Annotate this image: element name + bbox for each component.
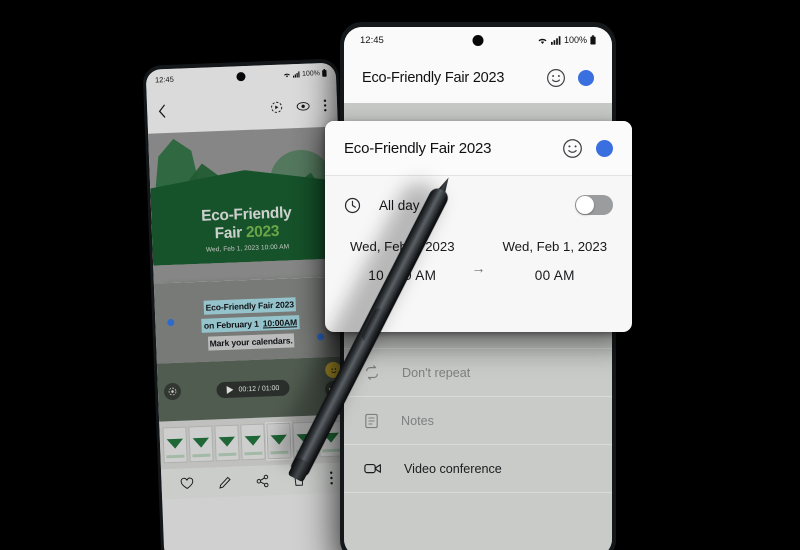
selected-text-line-2a[interactable]: on February 1: [201, 316, 262, 334]
card-end-date[interactable]: Wed, Feb 1, 2023: [496, 238, 615, 256]
smiley-icon[interactable]: [562, 138, 583, 159]
card-title-row: Eco-Friendly Fair 2023: [325, 121, 632, 176]
video-timestamp: 00:12 / 01:00: [238, 384, 280, 393]
trash-icon[interactable]: [293, 473, 304, 486]
color-dot-blue[interactable]: [578, 70, 594, 86]
share-icon[interactable]: [256, 474, 268, 487]
selected-text-time-link[interactable]: 10:00AM: [260, 315, 300, 331]
event-row-video-label: Video conference: [404, 461, 502, 476]
back-toolbar-right-icons: [270, 98, 327, 113]
front-camera-punchhole: [236, 72, 246, 82]
play-icon[interactable]: [226, 385, 234, 394]
screenshot-stage: 12:45 100% Eco-Friendly Fair 2023 Wed, F…: [0, 0, 800, 550]
capture-icon[interactable]: [163, 382, 182, 401]
notes-icon: [364, 413, 379, 429]
event-row-video-conference[interactable]: Video conference: [344, 445, 612, 493]
filmstrip-thumbnail[interactable]: [214, 424, 240, 462]
front-camera-punchhole: [472, 35, 484, 46]
battery-icon: [322, 69, 327, 77]
video-progress-pill[interactable]: 00:12 / 01:00: [216, 379, 290, 399]
poster-title-fair: Fair: [214, 223, 247, 242]
card-start-time[interactable]: 10 : 00 AM: [343, 268, 462, 283]
back-status-time: 12:45: [154, 74, 174, 84]
front-status-battery-text: 100%: [563, 35, 587, 45]
back-phone-filmstrip[interactable]: [159, 414, 351, 470]
date-range-arrow-icon: →: [471, 260, 486, 276]
selection-handle-start[interactable]: [167, 318, 175, 327]
back-phone-poster-image: Eco-Friendly Fair 2023 Wed, Feb 1, 2023 …: [148, 126, 344, 284]
event-row-repeat[interactable]: Don't repeat: [344, 349, 612, 397]
more-icon[interactable]: [323, 98, 327, 111]
back-phone-video-player[interactable]: 00:12 / 01:00: [156, 356, 349, 422]
signal-icon: [293, 70, 300, 78]
filmstrip-thumbnail-selected[interactable]: [265, 421, 293, 461]
filmstrip-thumbnail[interactable]: [188, 425, 214, 463]
front-phone-event-title-row: Eco-Friendly Fair 2023: [344, 53, 612, 103]
event-edit-floating-card: Eco-Friendly Fair 2023 All day Wed, Feb …: [325, 121, 632, 332]
filmstrip-thumbnail[interactable]: [292, 421, 318, 459]
color-dot-blue[interactable]: [596, 139, 613, 157]
video-camera-icon: [364, 462, 382, 475]
card-date-range: Wed, Feb 1, 2023 10 : 00 AM → Wed, Feb 1…: [325, 234, 632, 283]
event-row-notes-label: Notes: [401, 413, 434, 428]
back-status-battery-text: 100%: [301, 69, 321, 78]
card-start-date[interactable]: Wed, Feb 1, 2023: [343, 238, 462, 256]
back-arrow-icon[interactable]: [157, 104, 168, 118]
card-all-day-label: All day: [379, 197, 420, 213]
event-row-repeat-label: Don't repeat: [402, 365, 471, 380]
filmstrip-thumbnail[interactable]: [240, 423, 266, 461]
heart-icon[interactable]: [180, 477, 193, 490]
poster-text-block: Eco-Friendly Fair 2023 Wed, Feb 1, 2023 …: [151, 204, 343, 256]
eye-icon[interactable]: [296, 100, 310, 112]
back-phone-toolbar: [146, 82, 338, 134]
battery-icon: [590, 35, 596, 45]
front-status-indicators: 100%: [537, 35, 596, 45]
filmstrip-thumbnail[interactable]: [162, 426, 188, 464]
back-phone-selected-text-area: Eco-Friendly Fair 2023 on February 1 10:…: [153, 276, 347, 364]
back-status-indicators: 100%: [283, 69, 327, 79]
clock-icon: [344, 197, 361, 214]
card-end-datetime[interactable]: Wed, Feb 1, 2023 00 AM: [496, 238, 615, 283]
wifi-icon: [283, 71, 291, 78]
selection-handle-end[interactable]: [316, 333, 325, 341]
back-phone-action-bar: [160, 462, 352, 500]
front-phone-status-bar: 12:45 100%: [344, 27, 612, 53]
event-row-notes[interactable]: Notes: [344, 397, 612, 445]
card-all-day-row[interactable]: All day: [325, 176, 632, 234]
smiley-icon[interactable]: [546, 68, 566, 88]
image-assist-icon[interactable]: [270, 100, 283, 113]
signal-icon: [550, 35, 561, 45]
all-day-toggle[interactable]: [575, 195, 613, 215]
more-vertical-icon[interactable]: [329, 471, 334, 485]
back-phone-screen: 12:45 100% Eco-Friendly Fair 2023 Wed, F…: [145, 62, 355, 550]
poster-title-year: 2023: [245, 222, 280, 241]
selected-text-line-3[interactable]: Mark your calendars.: [207, 333, 295, 351]
repeat-icon: [364, 364, 380, 381]
card-end-time[interactable]: 00 AM: [496, 268, 615, 283]
pencil-icon[interactable]: [218, 475, 231, 489]
card-event-title[interactable]: Eco-Friendly Fair 2023: [344, 140, 549, 157]
card-start-datetime[interactable]: Wed, Feb 1, 2023 10 : 00 AM: [343, 238, 462, 283]
front-phone-event-title[interactable]: Eco-Friendly Fair 2023: [362, 70, 534, 86]
wifi-icon: [537, 36, 548, 45]
front-status-time: 12:45: [360, 34, 384, 46]
